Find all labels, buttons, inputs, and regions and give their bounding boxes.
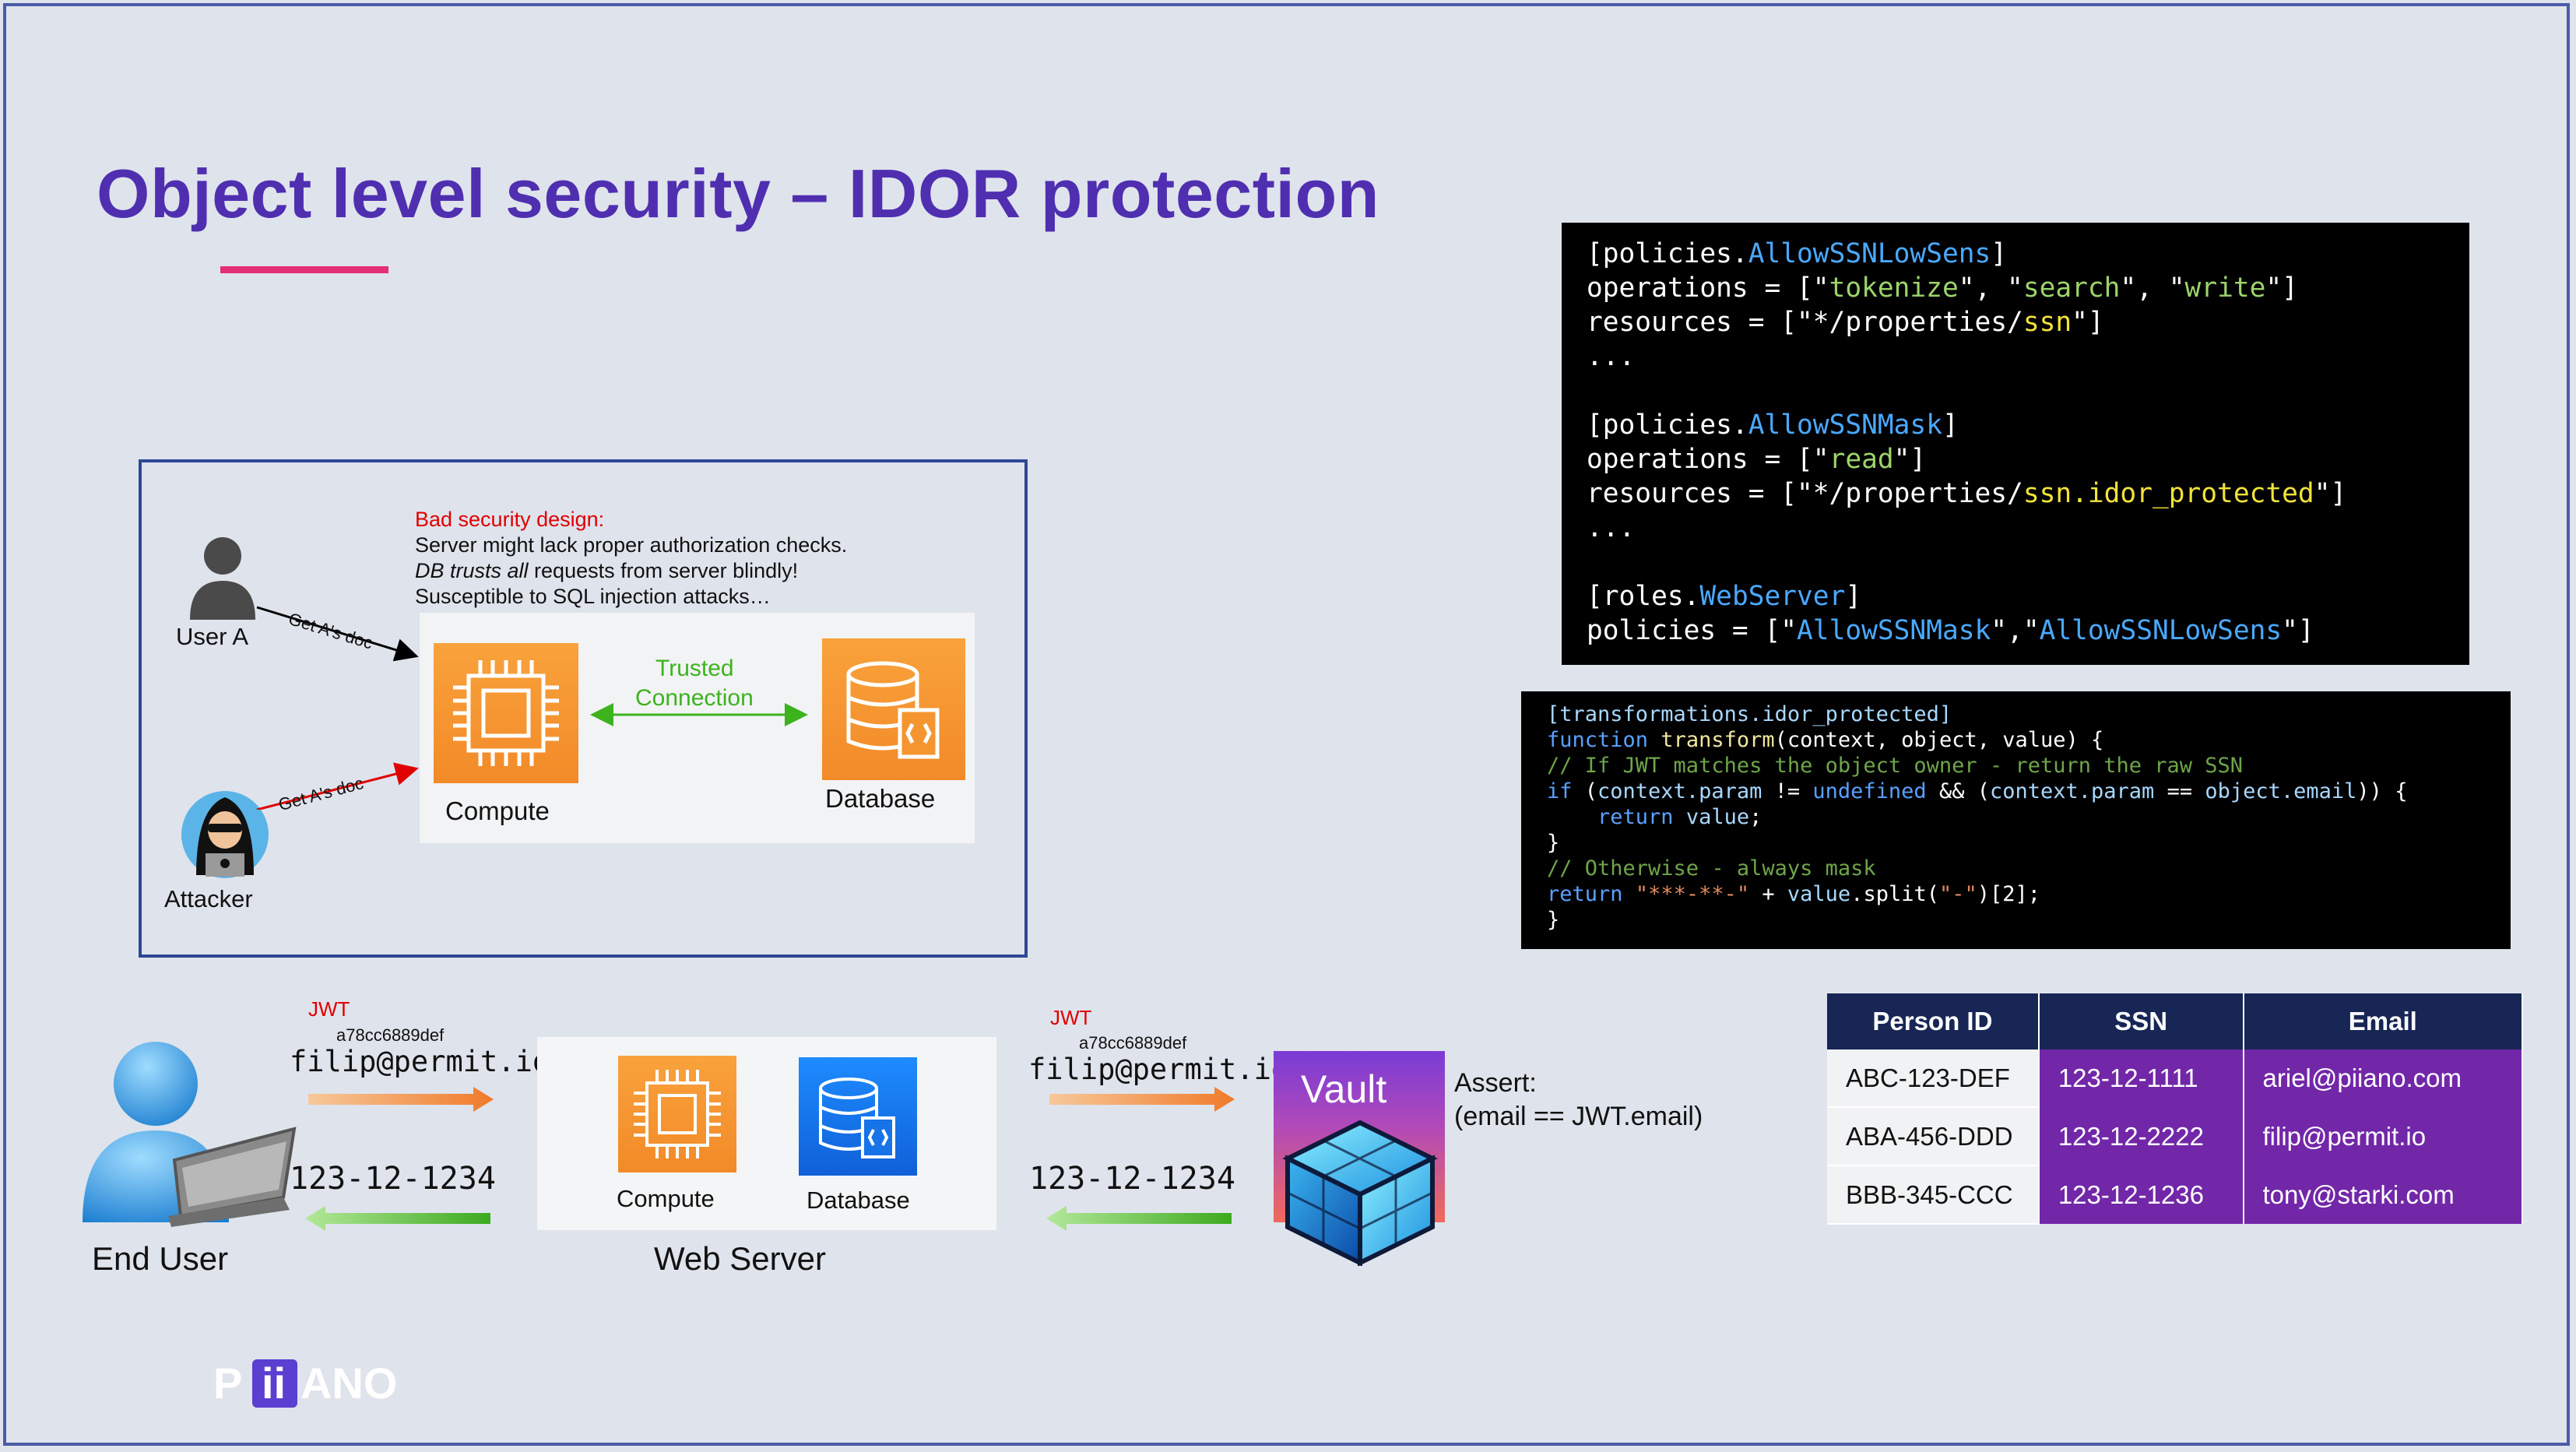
piiano-logo: P ii ANO — [213, 1359, 397, 1408]
compute-icon — [434, 643, 578, 783]
vault-label: Vault — [1301, 1067, 1387, 1111]
slide: Object level security – IDOR protection … — [0, 0, 2576, 1452]
table-row: BBB-345-CCC 123-12-1236 tony@starki.com — [1827, 1165, 2524, 1225]
trusted-label-2: Connection — [635, 685, 754, 711]
code-line: operations = ["tokenize", "search", "wri… — [1587, 272, 2298, 304]
jwt-value-2: a78cc6889def — [1079, 1033, 1187, 1053]
code-line: ... — [1587, 341, 1636, 372]
request-arrow-2 — [1049, 1087, 1235, 1112]
bad-design-heading: Bad security design: — [415, 508, 605, 531]
table-cell: ABC-123-DEF — [1827, 1049, 2040, 1108]
table-cell: ariel@piiano.com — [2243, 1049, 2524, 1107]
attacker-label: Attacker — [164, 885, 253, 912]
transform-code-block: [transformations.idor_protected] functio… — [1521, 691, 2511, 949]
response-arrow-2 — [1046, 1206, 1232, 1231]
database-icon — [799, 1057, 917, 1176]
trusted-label-1: Trusted — [655, 656, 734, 681]
compute-label: Compute — [445, 796, 550, 825]
compute-icon — [618, 1056, 736, 1172]
web-server-label: Web Server — [654, 1240, 826, 1277]
code-line: [roles.WebServer] — [1587, 581, 1862, 612]
table-cell: 123-12-1111 — [2038, 1049, 2244, 1107]
table-cell: ABA-456-DDD — [1827, 1107, 2040, 1166]
table-header-row: Person ID SSN Email — [1827, 993, 2524, 1049]
web-database-label: Database — [807, 1187, 910, 1214]
code-line: resources = ["*/properties/ssn.idor_prot… — [1587, 478, 2347, 509]
database-label: Database — [825, 784, 936, 813]
response-arrow-1 — [305, 1206, 490, 1231]
svg-text:ii: ii — [262, 1359, 286, 1408]
web-compute-label: Compute — [617, 1185, 715, 1212]
code-line: resources = ["*/properties/ssn"] — [1587, 307, 2104, 338]
table-header: SSN — [2038, 993, 2244, 1049]
code-line: return value; — [1597, 805, 1762, 829]
code-line: policies = ["AllowSSNMask","AllowSSNLowS… — [1587, 615, 2314, 646]
database-icon — [822, 638, 965, 780]
code-line: // Otherwise - always mask — [1547, 856, 1876, 881]
code-line: [transformations.idor_protected] — [1547, 702, 1952, 726]
ssn-value-1: 123-12-1234 — [290, 1161, 496, 1197]
jwt-label-2: JWT — [1050, 1006, 1092, 1029]
code-line: if (context.param != undefined && (conte… — [1547, 779, 2408, 803]
vault-cube-icon — [1282, 1120, 1438, 1266]
table-header: Email — [2243, 993, 2524, 1049]
email-value-2: filip@permit.io — [1028, 1053, 1289, 1086]
assert-label: Assert: — [1454, 1068, 1537, 1098]
table-row: ABA-456-DDD 123-12-2222 filip@permit.io — [1827, 1107, 2524, 1166]
web-server-box — [537, 1037, 996, 1230]
user-a-label: User A — [176, 623, 249, 650]
policy-code-block: [policies.AllowSSNLowSens] operations = … — [1562, 223, 2469, 665]
table-cell: tony@starki.com — [2243, 1165, 2524, 1224]
jwt-value-1: a78cc6889def — [336, 1025, 445, 1045]
ssn-value-2: 123-12-1234 — [1029, 1161, 1235, 1197]
table-cell: 123-12-2222 — [2038, 1107, 2244, 1165]
request-arrow-1 — [308, 1087, 494, 1112]
table-cell: filip@permit.io — [2243, 1107, 2524, 1165]
bad-design-line-3: Susceptible to SQL injection attacks… — [415, 585, 771, 608]
jwt-label-1: JWT — [308, 997, 350, 1021]
data-table: Person ID SSN Email ABC-123-DEF 123-12-1… — [1827, 993, 2524, 1225]
table-cell: 123-12-1236 — [2038, 1165, 2244, 1224]
code-line: function transform(context, object, valu… — [1547, 728, 2104, 752]
svg-text:P: P — [213, 1359, 242, 1408]
code-line: [policies.AllowSSNMask] — [1587, 410, 1959, 441]
code-line: } — [1547, 831, 1560, 855]
assert-condition: (email == JWT.email) — [1454, 1102, 1703, 1131]
end-user-label: End User — [92, 1240, 229, 1277]
code-line: return "***-**-" + value.split("-")[2]; — [1547, 882, 2041, 906]
bad-design-line-2: DB trusts all requests from server blind… — [415, 559, 799, 582]
bad-design-line-1: Server might lack proper authorization c… — [415, 533, 848, 557]
code-line: [policies.AllowSSNLowSens] — [1587, 238, 2008, 269]
table-cell: BBB-345-CCC — [1827, 1165, 2040, 1225]
code-line: ... — [1587, 512, 1636, 543]
svg-text:ANO: ANO — [300, 1359, 397, 1408]
table-header: Person ID — [1827, 993, 2040, 1049]
code-line: } — [1547, 908, 1560, 932]
title-underline — [220, 266, 388, 273]
email-value-1: filip@permit.io — [290, 1045, 550, 1078]
table-row: ABC-123-DEF 123-12-1111 ariel@piiano.com — [1827, 1049, 2524, 1108]
end-user-icon — [83, 1042, 297, 1227]
code-line: // If JWT matches the object owner - ret… — [1547, 754, 2244, 778]
code-line: operations = ["read"] — [1587, 444, 1927, 475]
slide-title: Object level security – IDOR protection — [97, 155, 1379, 232]
